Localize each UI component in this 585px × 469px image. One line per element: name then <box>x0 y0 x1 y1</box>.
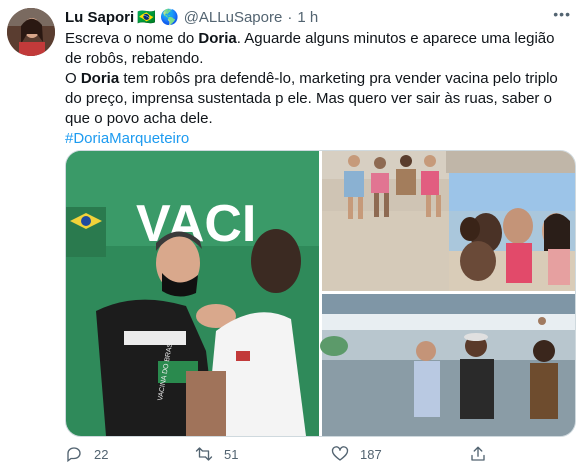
photo-press-event[interactable]: VACI VACINA DO BRASIL <box>66 151 319 436</box>
bold-keyword: Doria <box>80 70 120 87</box>
photo-sign-text: VACI <box>136 195 256 253</box>
like-icon <box>331 446 349 461</box>
share-button[interactable] <box>469 445 498 463</box>
author-name[interactable]: Lu Sapori <box>65 9 134 26</box>
tweet-paragraph-2: O Doria tem robôs pra defendê-lo, market… <box>65 69 570 129</box>
avatar[interactable] <box>7 8 55 56</box>
reply-button[interactable]: 22 <box>65 445 108 463</box>
retweet-icon <box>195 447 213 461</box>
tweet: Lu Sapori 🇧🇷 🌎 @ALLuSapore · 1 h ••• Esc… <box>0 0 585 469</box>
text-segment: tem robôs pra defendê-lo, marketing pra … <box>65 70 558 127</box>
more-options-icon[interactable]: ••• <box>553 6 571 22</box>
photo-beach-selfie[interactable] <box>449 173 575 291</box>
retweet-button[interactable]: 51 <box>195 445 238 463</box>
tweet-paragraph-1: Escreva o nome do Doria. Aguarde alguns … <box>65 29 570 69</box>
share-icon <box>471 446 485 461</box>
reply-count: 22 <box>94 446 109 462</box>
like-button[interactable]: 187 <box>331 445 382 463</box>
retweet-count: 51 <box>224 446 239 462</box>
action-bar: 22 51 187 <box>65 445 525 467</box>
hashtag-link[interactable]: #DoriaMarqueteiro <box>65 130 189 147</box>
bold-keyword: Doria <box>198 30 237 47</box>
tweet-header: Lu Sapori 🇧🇷 🌎 @ALLuSapore · 1 h <box>65 7 565 27</box>
media-grid: VACI VACINA DO BRASIL <box>65 150 576 437</box>
author-flags: 🇧🇷 🌎 <box>137 9 179 26</box>
like-count: 187 <box>360 446 382 462</box>
reply-icon <box>67 447 81 463</box>
tweet-text: Escreva o nome do Doria. Aguarde alguns … <box>65 29 570 149</box>
photo-beach-water[interactable] <box>320 294 575 436</box>
tweet-timestamp[interactable]: 1 h <box>297 9 318 26</box>
author-handle[interactable]: @ALLuSapore <box>184 9 283 26</box>
separator-dot: · <box>287 8 293 26</box>
text-segment: O <box>65 70 81 87</box>
text-segment: Escreva o nome do <box>65 30 199 47</box>
